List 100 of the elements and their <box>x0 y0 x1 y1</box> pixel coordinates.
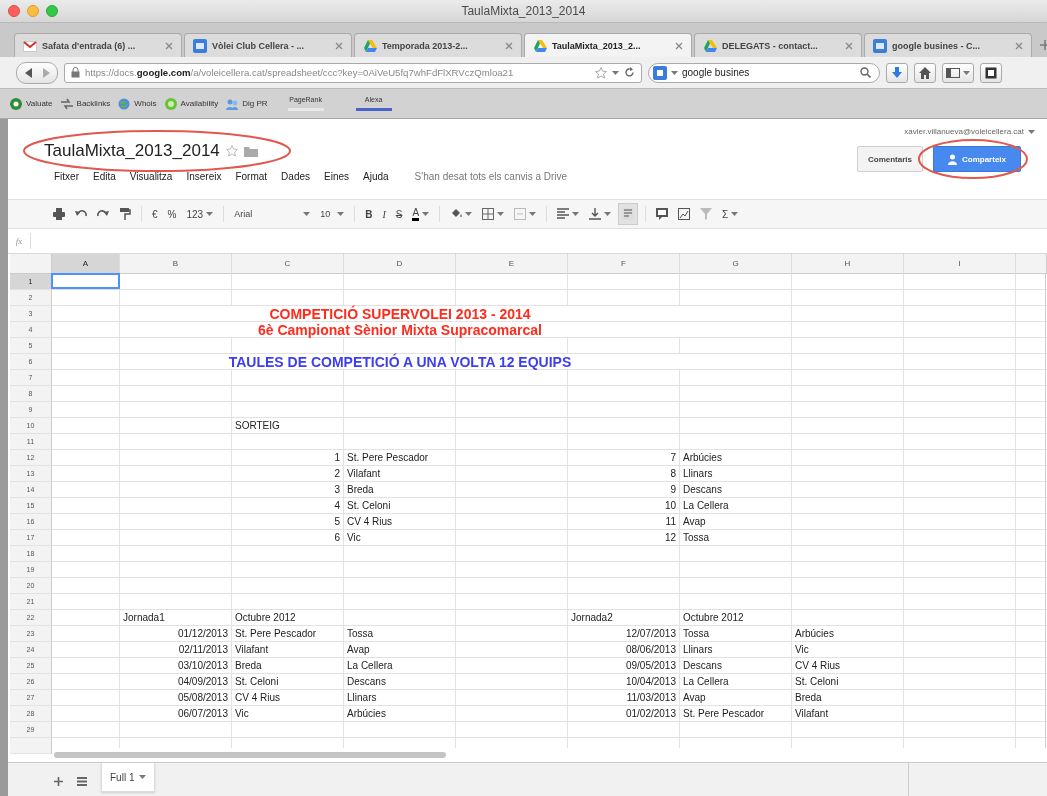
column-header[interactable]: F <box>568 254 680 274</box>
column-header[interactable]: A <box>52 254 120 274</box>
download-button[interactable] <box>886 62 908 83</box>
font-dropdown[interactable]: Arial <box>231 204 314 224</box>
close-icon[interactable] <box>335 41 343 50</box>
sheet-cell-text: 6 <box>333 531 341 545</box>
sheet-cell-text: Arbúcies <box>794 627 835 641</box>
text-color-button[interactable]: A <box>409 204 433 224</box>
sheet-tab[interactable]: Full 1 <box>101 763 156 792</box>
column-header[interactable]: B <box>120 254 232 274</box>
browser-tab[interactable]: Vòlei Club Cellera - ... <box>184 33 352 57</box>
column-header[interactable]: C <box>232 254 344 274</box>
close-icon[interactable] <box>165 41 173 50</box>
sheet-cell-text: Jornada2 <box>570 611 614 625</box>
star-icon[interactable] <box>595 66 607 79</box>
lock-icon <box>71 67 80 78</box>
sheet-cell-text: Vic <box>234 707 250 721</box>
sheet-cell-text: CV 4 Rius <box>234 691 281 705</box>
back-forward-button[interactable] <box>16 61 58 84</box>
account-email[interactable]: xavier.villanueva@voleicellera.cat <box>904 127 1024 136</box>
forward-icon[interactable] <box>41 66 51 79</box>
browser-tab[interactable]: TaulaMixta_2013_2... <box>524 33 692 57</box>
caret-icon <box>465 212 473 216</box>
sheet-cell-text: 1 <box>333 451 341 465</box>
page-icon <box>193 38 207 53</box>
menu-item[interactable]: Dades <box>281 171 310 182</box>
bookmark-icon <box>10 97 22 110</box>
browser-tab[interactable]: Safata d'entrada (6) ... <box>14 33 182 57</box>
address-field[interactable]: https://docs.google.com/a/voleicellera.cat/spreadsheet/ccc?key=0AiVeU5fq7whFdFlXRVczQmloa21 <box>64 62 642 83</box>
menu-item[interactable]: Edita <box>93 171 116 182</box>
back-icon[interactable] <box>23 66 35 79</box>
currency-button[interactable]: € <box>149 204 161 224</box>
triangle-icon <box>533 39 547 52</box>
menu-item[interactable]: Visualitza <box>129 171 173 182</box>
column-header[interactable]: D <box>344 254 456 274</box>
home-button[interactable] <box>914 62 936 83</box>
sheet-cell-text: St. Celoni <box>794 675 840 689</box>
cell-cursor[interactable] <box>51 273 120 289</box>
wrap-text-button[interactable] <box>618 203 639 225</box>
functions-button[interactable]: Σ <box>719 204 742 224</box>
menu-item[interactable]: Ajuda <box>363 171 389 182</box>
column-header[interactable]: E <box>456 254 568 274</box>
caret-icon[interactable] <box>612 70 619 75</box>
search-engine-icon[interactable] <box>653 65 667 80</box>
sheet-cell-text: Arbúcies <box>346 707 387 721</box>
bookmark-link[interactable]: Whois <box>118 97 157 110</box>
folder-icon[interactable] <box>243 145 258 157</box>
close-icon[interactable] <box>675 41 683 50</box>
menu-item[interactable]: Format <box>235 171 268 182</box>
align-icon <box>557 208 570 220</box>
bookmark-link[interactable]: Valuate <box>10 97 53 110</box>
sheet-cell-text: St. Pere Pescador <box>682 707 766 721</box>
close-icon[interactable] <box>1015 41 1023 50</box>
sheet-cell-text: 03/10/2013 <box>176 659 229 673</box>
column-header[interactable]: I <box>904 254 1016 274</box>
caret-icon[interactable] <box>671 70 678 75</box>
close-icon[interactable] <box>505 41 513 50</box>
star-icon[interactable] <box>225 145 238 157</box>
menu-item[interactable]: Fitxer <box>54 171 79 182</box>
close-icon[interactable] <box>845 41 853 50</box>
comments-button[interactable]: Comentaris <box>856 146 923 172</box>
menu-item[interactable]: Eines <box>324 171 350 182</box>
strikethrough-button[interactable]: S <box>392 204 406 224</box>
percent-button[interactable]: % <box>164 204 180 224</box>
sheet-list-button[interactable] <box>77 776 87 786</box>
caret-icon <box>422 212 430 216</box>
search-icon[interactable] <box>860 67 871 78</box>
bookmark-link[interactable]: Availability <box>164 97 219 110</box>
column-header[interactable]: H <box>792 254 904 274</box>
sheet-cell-text: St. Celoni <box>346 499 392 513</box>
plus-icon[interactable] <box>1040 40 1047 50</box>
caret-icon[interactable] <box>1028 129 1035 134</box>
scrollbar-thumb[interactable] <box>54 752 446 758</box>
bookmark-icon <box>226 97 239 110</box>
sheet-cell-text: 02/11/2013 <box>177 643 229 657</box>
browser-tab[interactable]: DELEGATS - contact... <box>694 33 862 57</box>
menu-item[interactable]: Insereix <box>186 171 222 182</box>
sheet-cell-text: 11 <box>664 515 677 529</box>
italic-button[interactable]: I <box>379 204 389 224</box>
panel-button[interactable] <box>980 62 1002 83</box>
add-sheet-button[interactable] <box>54 776 63 786</box>
reload-icon[interactable] <box>624 67 635 78</box>
browser-tab[interactable]: google busines - C... <box>864 33 1032 57</box>
sidebar-button[interactable] <box>942 62 974 83</box>
column-header[interactable]: G <box>680 254 792 274</box>
bookmark-icon <box>60 97 73 110</box>
search-field[interactable]: google busines <box>648 62 880 83</box>
zoom-icon[interactable] <box>46 5 58 17</box>
bookmark-link[interactable]: Backlinks <box>60 97 111 110</box>
font-size-dropdown[interactable]: 10 <box>317 204 348 224</box>
bookmark-link[interactable]: Dig PR <box>226 97 268 110</box>
sheet-cell-text: Avap <box>682 515 707 529</box>
sheet-cell-text: Octubre 2012 <box>682 611 745 625</box>
sheet-cell-text: Llinars <box>682 467 714 481</box>
mail-icon <box>23 39 37 52</box>
number-format-button[interactable]: 123 <box>183 204 217 224</box>
window-close-icon[interactable] <box>8 5 20 17</box>
bold-button[interactable]: B <box>362 204 376 224</box>
sheet-cell-text: 2 <box>333 467 341 481</box>
browser-tab[interactable]: Temporada 2013-2... <box>354 33 522 57</box>
